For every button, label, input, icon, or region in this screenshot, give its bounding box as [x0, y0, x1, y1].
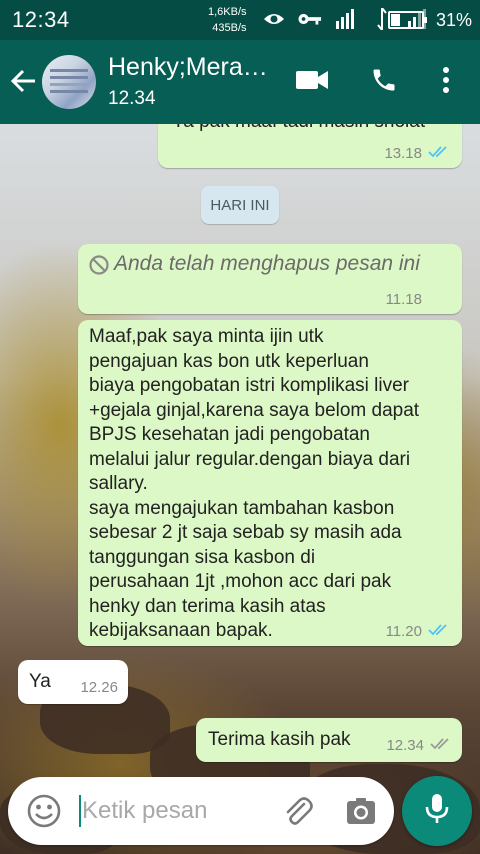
- voice-message-button[interactable]: [402, 776, 472, 846]
- deleted-message-text: Anda telah menghapus pesan ini: [114, 252, 420, 275]
- key-icon: [298, 8, 322, 30]
- net-down: 435B/s: [212, 22, 247, 34]
- status-time: 12:34: [12, 7, 70, 32]
- message-line: henky dan terima kasih atas: [89, 595, 326, 617]
- camera-button[interactable]: [344, 794, 378, 828]
- last-seen: 12.34: [108, 88, 156, 109]
- message-line: melalui jalur regular.dengan biaya dari: [89, 448, 411, 470]
- paperclip-icon: [280, 797, 314, 832]
- message-time: 11.20: [385, 623, 422, 640]
- more-vert-icon: [442, 66, 450, 98]
- message-list[interactable]: Ya pak maaf tadi masih sholat 13.18 HARI…: [0, 124, 480, 774]
- message-line: sebesar 2 jt saja sebab sy masih ada: [89, 522, 402, 543]
- date-divider: HARI INI: [201, 186, 279, 224]
- video-call-button[interactable]: [292, 62, 332, 102]
- net-up: 1,6KB/s: [208, 6, 247, 18]
- message-bubble-outgoing[interactable]: Ya pak maaf tadi masih sholat 13.18: [158, 124, 462, 168]
- status-bar: 12:34 1,6KB/s 435B/s 31%: [0, 0, 480, 40]
- message-line: sallary.: [89, 473, 148, 494]
- message-line: Maaf,pak saya minta ijin utk: [89, 326, 324, 347]
- message-time: 11.18: [385, 291, 422, 308]
- contact-avatar[interactable]: [42, 55, 96, 109]
- message-bubble-deleted[interactable]: Anda telah menghapus pesan ini 11.18: [78, 244, 462, 314]
- message-bubble-incoming[interactable]: Ya 12.26: [18, 660, 128, 704]
- message-line: +gejala ginjal,karena saya belom dapat: [89, 399, 420, 421]
- chat-header: Henky;Mera… 12.34: [0, 40, 480, 124]
- message-line: saya mengajukan tambahan kasbon: [89, 497, 395, 519]
- message-text: Ya: [29, 671, 51, 692]
- back-button[interactable]: [6, 66, 40, 100]
- attach-button[interactable]: [280, 794, 314, 828]
- arrow-left-icon: [10, 69, 36, 98]
- emoji-icon: [26, 794, 62, 833]
- network-speed: 1,6KB/s 435B/s: [208, 4, 247, 36]
- message-bubble-outgoing[interactable]: Terima kasih pak 12.34: [196, 718, 462, 762]
- emoji-button[interactable]: [26, 793, 62, 829]
- message-line: BPJS kesehatan jadi pengobatan: [89, 424, 370, 445]
- eye-icon: [262, 8, 286, 30]
- message-text: Maaf,pak saya minta ijin utk pengajuan ka…: [89, 325, 457, 644]
- camera-icon: [344, 798, 378, 832]
- message-text: Ya pak maaf tadi masih sholat: [172, 124, 425, 135]
- message-composer: [8, 777, 394, 845]
- blocked-icon: [88, 254, 110, 284]
- voice-call-button[interactable]: [364, 62, 404, 102]
- read-receipt-icon: [428, 620, 450, 645]
- microphone-icon: [425, 793, 449, 830]
- contact-name[interactable]: Henky;Mera…: [108, 53, 268, 82]
- message-input[interactable]: [82, 793, 272, 829]
- read-receipt-icon: [428, 142, 450, 167]
- delivered-receipt-icon: [430, 734, 452, 759]
- message-line: tanggungan sisa kasbon di: [89, 546, 316, 568]
- message-time: 12.26: [80, 679, 118, 696]
- text-cursor: [79, 795, 81, 827]
- signal-icon: [334, 8, 358, 30]
- message-time: 12.34: [386, 737, 424, 754]
- video-camera-icon: [296, 69, 328, 96]
- more-options-button[interactable]: [426, 62, 466, 102]
- message-line: perusahaan 1jt ,mohon acc dari pak: [89, 571, 392, 592]
- message-line: pengajuan kas bon utk keperluan: [89, 350, 369, 372]
- message-text: Terima kasih pak: [208, 729, 351, 750]
- battery-icon: [388, 11, 427, 29]
- message-line: biaya pengobatan istri komplikasi liver: [89, 375, 409, 396]
- phone-icon: [370, 66, 398, 99]
- battery-percent: 31%: [436, 10, 473, 30]
- message-time: 13.18: [384, 145, 422, 162]
- message-bubble-outgoing[interactable]: Maaf,pak saya minta ijin utk pengajuan ka…: [78, 320, 462, 646]
